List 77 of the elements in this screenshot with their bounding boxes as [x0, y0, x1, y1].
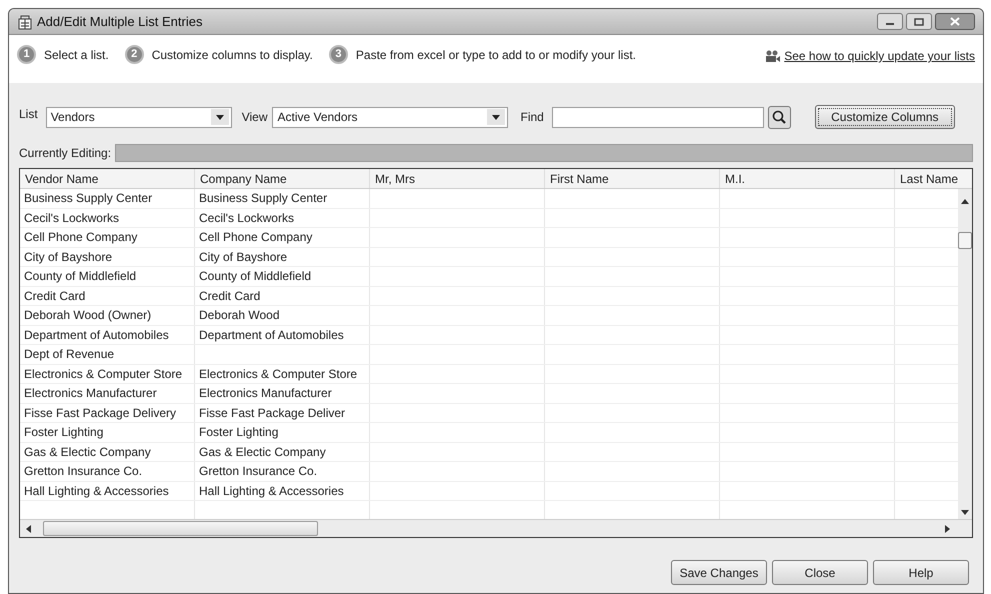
find-field[interactable] — [552, 106, 764, 128]
column-header[interactable]: First Name — [545, 169, 720, 188]
table-cell-text: Business Supply Center — [199, 190, 328, 208]
column-header[interactable]: Last Name — [895, 169, 972, 188]
column-header[interactable]: Mr, Mrs — [370, 169, 545, 188]
dialog-button[interactable]: Close — [772, 560, 868, 585]
scroll-left-icon — [26, 524, 31, 532]
table-cell-text: Deborah Wood (Owner) — [24, 307, 152, 324]
table-cell-text: Department of Automobiles — [199, 326, 344, 344]
table-cell-text: Electronics & Computer Store — [24, 366, 182, 383]
dropdown-button[interactable] — [487, 109, 506, 125]
scroll-down-icon — [961, 510, 969, 515]
horizontal-scrollbar[interactable] — [20, 519, 972, 537]
step-text: Select a list. — [44, 46, 109, 64]
table-cell-text: County of Middlefield — [24, 268, 136, 286]
list-dropdown[interactable]: Vendors — [46, 106, 232, 128]
table-cell-text: Gas & Electic Company — [24, 444, 151, 461]
help-video-link[interactable]: See how to quickly update your lists — [784, 47, 975, 65]
dialog-button[interactable]: Help — [873, 560, 969, 585]
table-cell-text: Dept of Revenue — [24, 346, 114, 364]
customize-columns-button[interactable]: Customize Columns — [814, 105, 955, 129]
table-cell-text: Credit Card — [199, 288, 260, 305]
table-cell-text: Business Supply Center — [24, 190, 152, 208]
video-camera-icon — [766, 50, 780, 62]
vertical-scrollbar[interactable] — [958, 189, 972, 519]
minimize-button[interactable] — [877, 13, 903, 30]
table-cell-text: Foster Lighting — [24, 424, 104, 442]
table-cell-text: Cell Phone Company — [199, 229, 312, 246]
table-cell-text: Electronics & Computer Store — [199, 366, 358, 383]
scroll-thumb[interactable] — [958, 232, 972, 249]
column-header[interactable]: Company Name — [195, 169, 370, 188]
scroll-up-icon — [961, 199, 969, 204]
table-cell-text: City of Bayshore — [24, 248, 112, 266]
step-text: Paste from excel or type to add to or modify your list. — [356, 46, 636, 64]
table-cell-text: Deborah Wood — [199, 307, 280, 324]
table-cell-text: Fisse Fast Package Delivery — [24, 404, 176, 422]
step-number: 1 — [17, 45, 36, 64]
search-button[interactable] — [768, 106, 791, 128]
app-icon — [17, 14, 33, 30]
step-number: 2 — [124, 45, 144, 64]
caret-icon — [492, 114, 500, 120]
list-label: List — [19, 106, 38, 123]
table-cell-text: Cecil's Lockworks — [24, 210, 119, 227]
view-dropdown[interactable]: Active Vendors — [272, 106, 508, 128]
search-icon — [772, 110, 786, 124]
table-cell-text: Cecil's Lockworks — [199, 210, 294, 227]
maximize-icon — [914, 18, 924, 26]
table-cell-text: Electronics Manufacturer — [199, 385, 332, 402]
table-cell-text: Electronics Manufacturer — [24, 385, 157, 402]
dialog-button[interactable]: Save Changes — [671, 560, 767, 585]
column-header[interactable]: Vendor Name — [20, 169, 195, 188]
table-cell-text: Hall Lighting & Accessories — [199, 482, 344, 500]
find-label: Find — [520, 109, 544, 126]
step-number: 3 — [328, 45, 348, 64]
view-label: View — [242, 109, 268, 126]
table-cell-text: Foster Lighting — [199, 424, 278, 442]
maximize-button[interactable] — [906, 13, 932, 30]
table-cell-text: City of Bayshore — [199, 248, 288, 266]
close-window-button[interactable] — [935, 13, 975, 30]
table-cell-text: Gas & Electic Company — [199, 444, 326, 461]
table-cell-text: Fisse Fast Package Deliver — [199, 404, 346, 422]
table-cell-text: Hall Lighting & Accessories — [24, 482, 169, 500]
table-cell-text: Cell Phone Company — [24, 229, 138, 246]
scroll-thumb[interactable] — [43, 521, 318, 536]
step-text: Customize columns to display. — [152, 46, 313, 64]
table-cell-text: Gretton Insurance Co. — [24, 463, 142, 480]
window-title: Add/Edit Multiple List Entries — [37, 12, 202, 31]
table-cell-text: Department of Automobiles — [24, 326, 169, 344]
table-cell-text: Credit Card — [24, 288, 86, 305]
currently-editing-label: Currently Editing: — [19, 144, 112, 162]
scroll-right-icon — [945, 524, 950, 532]
caret-icon — [216, 114, 224, 120]
dropdown-button[interactable] — [210, 109, 229, 125]
table-cell-text: County of Middlefield — [199, 268, 312, 286]
table-cell-text: Gretton Insurance Co. — [199, 463, 318, 480]
close-icon — [950, 17, 960, 26]
column-header[interactable]: M.I. — [720, 169, 895, 188]
